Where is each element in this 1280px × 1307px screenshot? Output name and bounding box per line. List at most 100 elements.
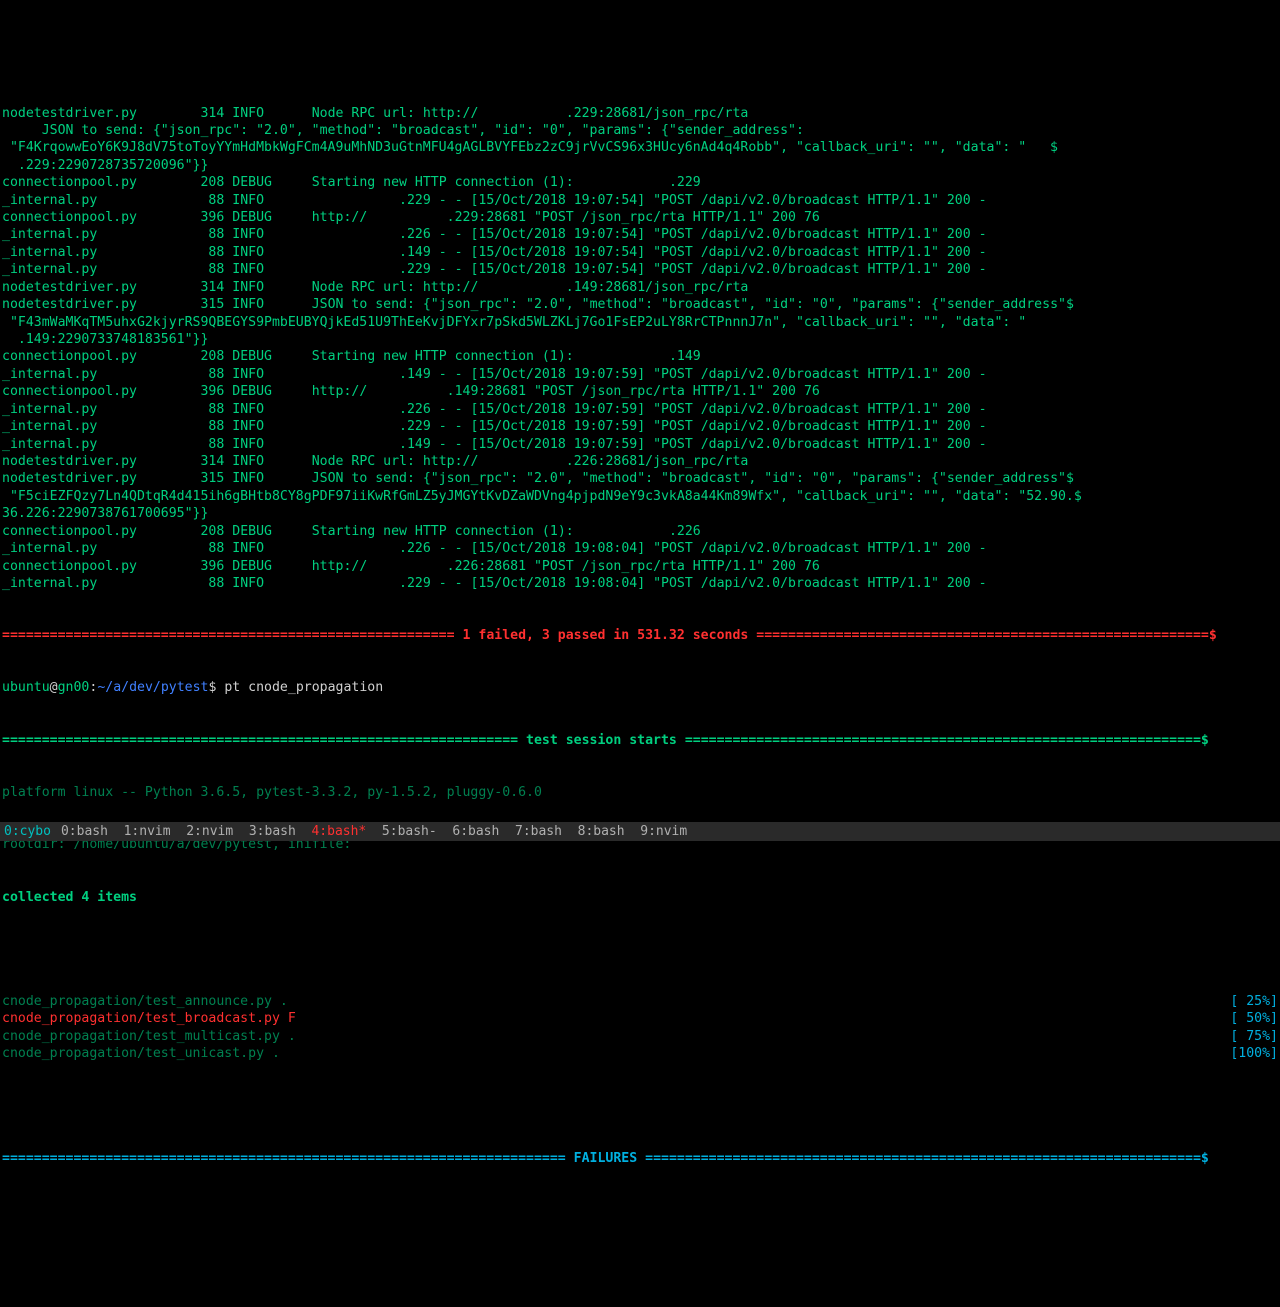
tmux-statusbar[interactable]: 0:cybo 0:bash 1:nvim 2:nvim 3:bash 4:bas… [0,822,1280,841]
log-msg: .149:2290733748183561"}} [2,332,208,347]
session-name[interactable]: 0:cybo [4,823,51,840]
log-level: DEBUG [232,384,296,399]
log-msg: http:// .229:28681 "POST /json_rpc/rta H… [312,210,820,225]
tmux-window-9[interactable]: 9:nvim [640,824,703,839]
log-lineno: 396 [177,384,225,399]
log-file: nodetestdriver.py [2,471,177,486]
log-level: INFO [232,454,296,469]
log-lineno: 208 [177,524,225,539]
tmux-window-7[interactable]: 7:bash [515,824,578,839]
session-starts: test session starts [526,733,677,748]
tmux-window-5[interactable]: 5:bash- [382,824,452,839]
prompt-path: ~/a/dev/pytest [97,680,208,695]
log-lineno: 88 [177,419,225,434]
log-file: _internal.py [2,262,177,277]
log-file: _internal.py [2,227,177,242]
log-file: nodetestdriver.py [2,454,177,469]
tmux-window-3[interactable]: 3:bash [249,824,312,839]
prompt-line[interactable]: ubuntu@gn00:~/a/dev/pytest$ pt cnode_pro… [2,679,1278,696]
log-lineno: 314 [177,106,225,121]
log-level: INFO [232,541,296,556]
prompt-host: gn00 [58,680,90,695]
log-file: connectionpool.py [2,384,177,399]
log-level: INFO [232,227,296,242]
log-level: DEBUG [232,210,296,225]
log-msg: "F43mWaMKqTM5uhxG2kjyrRS9QBEGYS9PmbEUBYQ… [2,315,1026,330]
log-level: INFO [232,193,296,208]
log-msg: .149 - - [15/Oct/2018 19:07:54] "POST /d… [312,245,987,260]
log-lineno: 88 [177,193,225,208]
log-msg: .229 - - [15/Oct/2018 19:08:04] "POST /d… [312,576,987,591]
log-level: INFO [232,106,296,121]
platform-line: platform linux -- Python 3.6.5, pytest-3… [2,784,1278,801]
log-msg: JSON to send: {"json_rpc": "2.0", "metho… [312,297,1074,312]
log-level: INFO [232,367,296,382]
log-level: INFO [232,245,296,260]
log-file: _internal.py [2,402,177,417]
log-msg: .149 - - [15/Oct/2018 19:07:59] "POST /d… [312,367,987,382]
test-percent: [ 50%] [1230,1010,1278,1027]
log-msg: "F5ciEZFQzy7Ln4QDtqR4d415ih6gBHtb8CY8gPD… [2,489,1082,504]
log-msg: .149 - - [15/Oct/2018 19:07:59] "POST /d… [312,437,987,452]
log-file: _internal.py [2,245,177,260]
log-file: nodetestdriver.py [2,297,177,312]
log-lineno: 396 [177,210,225,225]
log-lineno: 315 [177,297,225,312]
log-msg: .229 - - [15/Oct/2018 19:07:54] "POST /d… [312,193,987,208]
log-lineno: 88 [177,245,225,260]
log-file: _internal.py [2,419,177,434]
test-result: cnode_propagation/test_unicast.py . [2,1045,280,1062]
tmux-window-0[interactable]: 0:bash [61,824,124,839]
command-input[interactable]: pt cnode_propagation [224,680,383,695]
log-msg: Starting new HTTP connection (1): .229 [312,175,701,190]
log-lineno: 396 [177,559,225,574]
log-msg: .226 - - [15/Oct/2018 19:08:04] "POST /d… [312,541,987,556]
log-lineno: 314 [177,280,225,295]
tmux-window-8[interactable]: 8:bash [578,824,641,839]
test-percent: [ 25%] [1230,993,1278,1010]
test-result: cnode_propagation/test_announce.py . [2,993,288,1010]
test-percent: [ 75%] [1230,1028,1278,1045]
log-msg: .226 - - [15/Oct/2018 19:07:59] "POST /d… [312,402,987,417]
log-lineno: 314 [177,454,225,469]
log-msg: 36.226:2290738761700695"}} [2,506,208,521]
log-msg: Node RPC url: http:// .229:28681/json_rp… [312,106,749,121]
log-msg: Node RPC url: http:// .226:28681/json_rp… [312,454,749,469]
log-file: connectionpool.py [2,559,177,574]
log-level: DEBUG [232,349,296,364]
log-level: INFO [232,576,296,591]
log-file: nodetestdriver.py [2,106,177,121]
log-file: nodetestdriver.py [2,280,177,295]
log-level: INFO [232,437,296,452]
log-msg: http:// .149:28681 "POST /json_rpc/rta H… [312,384,820,399]
log-level: DEBUG [232,175,296,190]
log-msg: "F4KrqowwEoY6K9J8dV75toToyYYmHdMbkWgFCm4… [2,140,1058,155]
tmux-window-2[interactable]: 2:nvim [186,824,249,839]
log-file: connectionpool.py [2,175,177,190]
log-msg: JSON to send: {"json_rpc": "2.0", "metho… [312,471,1074,486]
log-level: INFO [232,402,296,417]
log-lineno: 208 [177,349,225,364]
log-lineno: 315 [177,471,225,486]
test-summary: 1 failed, 3 passed in 531.32 seconds [463,628,749,643]
log-lineno: 88 [177,576,225,591]
log-level: DEBUG [232,559,296,574]
log-level: INFO [232,262,296,277]
tmux-window-1[interactable]: 1:nvim [124,824,187,839]
log-msg: .229:2290728735720096"}} [2,158,208,173]
test-percent: [100%] [1230,1045,1278,1062]
log-lineno: 88 [177,227,225,242]
log-file: connectionpool.py [2,210,177,225]
log-level: INFO [232,297,296,312]
tmux-window-4[interactable]: 4:bash* [311,824,381,839]
log-msg: JSON to send: {"json_rpc": "2.0", "metho… [2,123,804,138]
log-level: INFO [232,471,296,486]
terminal-output[interactable]: nodetestdriver.py 314 INFO Node RPC url:… [0,70,1280,1185]
log-file: _internal.py [2,193,177,208]
collected-line: collected 4 items [2,889,1278,906]
log-lineno: 88 [177,437,225,452]
log-file: connectionpool.py [2,349,177,364]
test-result: cnode_propagation/test_multicast.py . [2,1028,296,1045]
tmux-window-6[interactable]: 6:bash [452,824,515,839]
log-file: _internal.py [2,576,177,591]
